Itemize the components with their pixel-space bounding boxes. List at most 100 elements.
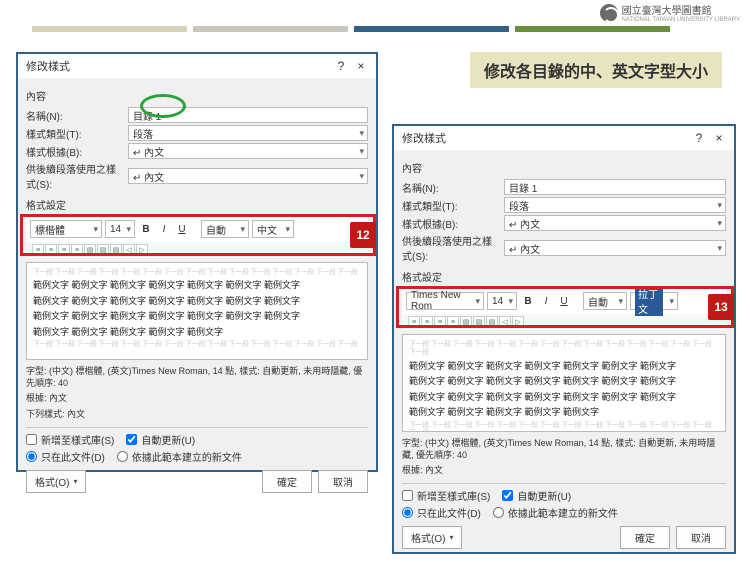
base-label: 樣式根據(B): [26,144,124,159]
format-row: 標楷體 14 B I U 自動 中文 [26,216,368,242]
template-radio[interactable] [117,451,128,462]
italic-button[interactable]: I [157,224,171,235]
brand-sub: NATIONAL TAIWAN UNIVERSITY LIBRARY [622,17,740,23]
size-dropdown[interactable]: 14 [105,220,135,238]
spacing-icon-3[interactable]: ▤ [110,244,122,256]
annotation-tag-12: 12 [350,222,376,248]
base-dropdown-r[interactable]: ↵ 內文 [504,215,726,231]
template-label: 依據此範本建立的新文件 [132,449,242,464]
format-menu-button-r[interactable]: 格式(O) [402,526,462,549]
add-to-list-label: 新增至樣式庫(S) [41,432,114,447]
base-dropdown[interactable]: ↵ 內文 [128,143,368,159]
spacing-icon-1r[interactable]: ▤ [460,316,472,328]
lang-dropdown-cn[interactable]: 中文 [252,220,294,238]
align-right-icon[interactable]: ≡ [58,244,70,256]
next-label: 供後續段落使用之樣式(S): [26,161,124,191]
dialog-title-text-r: 修改樣式 [402,130,446,146]
style-desc-1r: 字型: (中文) 標楷體, (英文)Times New Roman, 14 點,… [402,436,726,463]
color-dropdown[interactable]: 自動 [201,220,249,238]
help-icon-r[interactable]: ? [692,131,706,145]
lang-dropdown-latin[interactable]: 拉丁文 [630,292,678,310]
add-to-list-label-r: 新增至樣式庫(S) [417,488,490,503]
type-dropdown-r[interactable]: 段落 [504,197,726,213]
style-desc-2r: 根據: 內文 [402,463,726,479]
next-dropdown-r[interactable]: ↵ 內文 [504,240,726,256]
template-label-r: 依據此範本建立的新文件 [508,505,618,520]
font-dropdown[interactable]: 標楷體 [30,220,102,238]
indent-inc-icon-r[interactable]: ▷ [512,316,524,328]
align-left-icon[interactable]: ≡ [32,244,44,256]
italic-button-r[interactable]: I [539,296,553,307]
help-icon[interactable]: ? [334,59,348,73]
align-justify-icon[interactable]: ≡ [71,244,83,256]
section-content-label: 內容 [26,88,368,103]
next-label-r: 供後續段落使用之樣式(S): [402,233,500,263]
format-menu-button[interactable]: 格式(O) [26,470,86,493]
paragraph-icons: ≡ ≡ ≡ ≡ ▤ ▤ ▤ ◁ ▷ [26,242,368,258]
add-to-list-checkbox[interactable] [26,434,37,445]
type-dropdown[interactable]: 段落 [128,125,368,141]
template-radio-r[interactable] [493,507,504,518]
auto-update-label: 自動更新(U) [141,432,195,447]
section-format-label: 格式設定 [26,197,368,212]
style-desc-1: 字型: (中文) 標楷體, (英文)Times New Roman, 14 點,… [26,364,368,391]
next-dropdown[interactable]: ↵ 內文 [128,168,368,184]
auto-update-checkbox-r[interactable] [502,490,513,501]
align-center-icon-r[interactable]: ≡ [421,316,433,328]
ok-button-r[interactable]: 確定 [620,526,670,549]
auto-update-checkbox[interactable] [126,434,137,445]
indent-dec-icon[interactable]: ◁ [123,244,135,256]
size-dropdown-r[interactable]: 14 [487,292,517,310]
section-format-label-r: 格式設定 [402,269,726,284]
auto-update-label-r: 自動更新(U) [517,488,571,503]
only-doc-radio[interactable] [26,451,37,462]
cancel-button[interactable]: 取消 [318,470,368,493]
close-icon-r[interactable]: × [712,131,726,145]
only-doc-label: 只在此文件(D) [41,449,105,464]
only-doc-radio-r[interactable] [402,507,413,518]
underline-button-r[interactable]: U [556,296,572,307]
style-desc-3: 下列樣式: 內文 [26,407,368,423]
brand: 國立臺灣大學圖書館 NATIONAL TAIWAN UNIVERSITY LIB… [600,2,740,23]
name-label-r: 名稱(N): [402,180,500,195]
bold-button-r[interactable]: B [520,296,536,307]
paragraph-icons-r: ≡ ≡ ≡ ≡ ▤ ▤ ▤ ◁ ▷ [402,314,726,330]
slide-title: 修改各目錄的中、英文字型大小 [470,52,722,88]
name-field[interactable]: 目錄 1 [128,107,368,123]
dialog-title-text: 修改樣式 [26,58,70,74]
modify-style-dialog-right: 修改樣式 ? × 內容 名稱(N): 目錄 1 樣式類型(T): 段落 樣式根據… [392,124,736,554]
base-label-r: 樣式根據(B): [402,216,500,231]
spacing-icon-2[interactable]: ▤ [97,244,109,256]
add-to-list-checkbox-r[interactable] [402,490,413,501]
annotation-tag-13: 13 [708,294,734,320]
bold-button[interactable]: B [138,224,154,235]
spacing-icon-1[interactable]: ▤ [84,244,96,256]
align-center-icon[interactable]: ≡ [45,244,57,256]
indent-dec-icon-r[interactable]: ◁ [499,316,511,328]
spacing-icon-2r[interactable]: ▤ [473,316,485,328]
color-blocks [32,26,670,32]
name-label: 名稱(N): [26,108,124,123]
name-field-r[interactable]: 目錄 1 [504,179,726,195]
ok-button[interactable]: 確定 [262,470,312,493]
spacing-icon-3r[interactable]: ▤ [486,316,498,328]
indent-inc-icon[interactable]: ▷ [136,244,148,256]
type-label-r: 樣式類型(T): [402,198,500,213]
only-doc-label-r: 只在此文件(D) [417,505,481,520]
modify-style-dialog-left: 修改樣式 ? × 內容 名稱(N): 目錄 1 樣式類型(T): 段落 樣式根據… [16,52,378,472]
format-row-r: Times New Rom 14 B I U 自動 拉丁文 [402,288,726,314]
style-desc-2: 根據: 內文 [26,391,368,407]
cancel-button-r[interactable]: 取消 [676,526,726,549]
dialog-titlebar[interactable]: 修改樣式 ? × [18,54,376,78]
align-left-icon-r[interactable]: ≡ [408,316,420,328]
close-icon[interactable]: × [354,59,368,73]
type-label: 樣式類型(T): [26,126,124,141]
align-justify-icon-r[interactable]: ≡ [447,316,459,328]
underline-button[interactable]: U [174,224,190,235]
section-content-label-r: 內容 [402,160,726,175]
dialog-titlebar-r[interactable]: 修改樣式 ? × [394,126,734,150]
align-right-icon-r[interactable]: ≡ [434,316,446,328]
color-dropdown-r[interactable]: 自動 [583,292,627,310]
font-dropdown-en[interactable]: Times New Rom [406,292,484,310]
library-logo-icon [600,4,618,22]
